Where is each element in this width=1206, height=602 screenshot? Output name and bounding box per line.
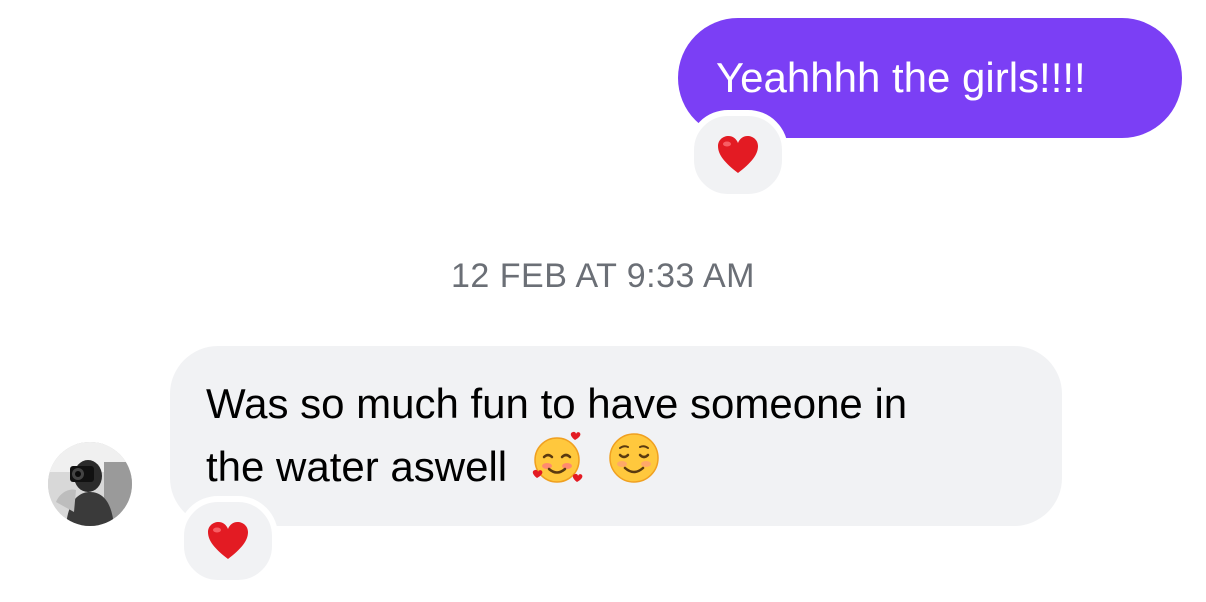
outgoing-reaction[interactable] — [688, 110, 788, 200]
sender-avatar[interactable] — [48, 442, 132, 526]
incoming-reaction[interactable] — [178, 496, 278, 586]
incoming-message-line-1: Was so much fun to have someone in — [206, 380, 908, 427]
smiling-face-with-hearts-icon — [529, 430, 585, 502]
outgoing-message-text: Yeahhhh the girls!!!! — [716, 54, 1086, 101]
smiling-face-icon — [606, 430, 662, 502]
message-timestamp: 12 FEB AT 9:33 AM — [451, 257, 755, 295]
incoming-message-line-2: the water aswell — [206, 431, 1026, 506]
incoming-message-line-2-text: the water aswell — [206, 443, 508, 491]
avatar-photo — [48, 442, 132, 526]
red-heart-icon — [717, 135, 759, 175]
red-heart-icon — [207, 521, 249, 561]
incoming-message-bubble[interactable]: Was so much fun to have someone in the w… — [170, 346, 1062, 526]
